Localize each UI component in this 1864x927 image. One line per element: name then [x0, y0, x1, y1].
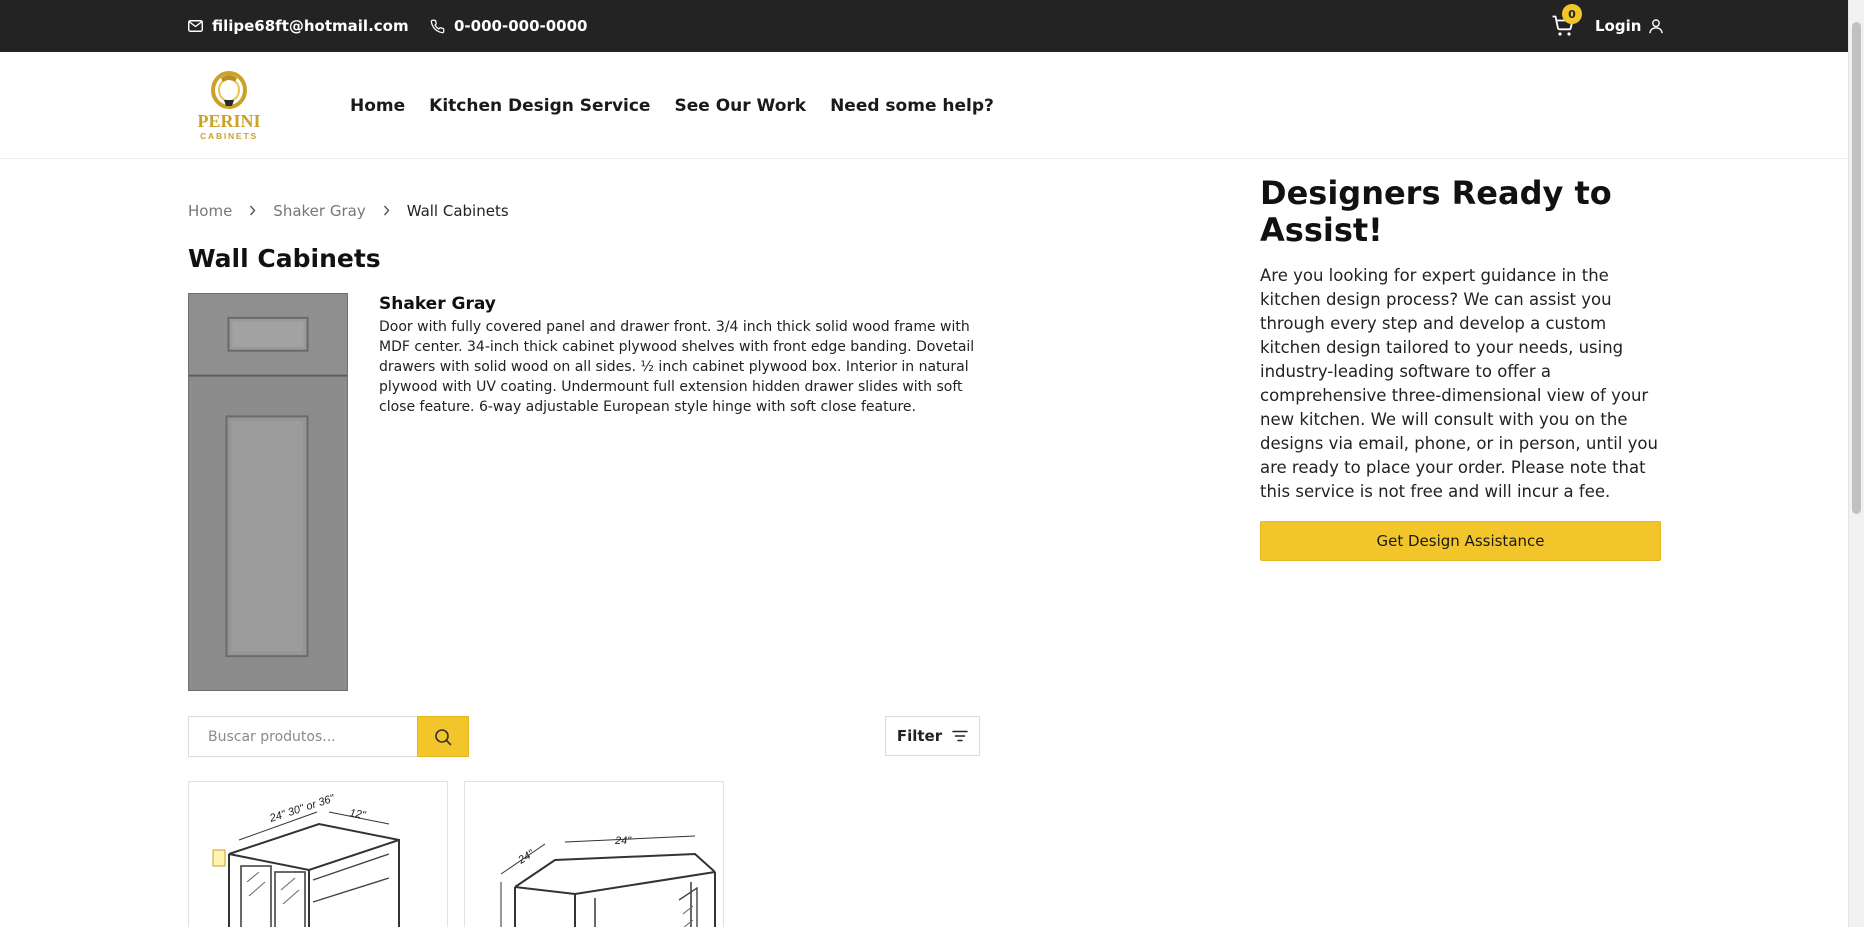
site-header: PERINI CABINETS Home Kitchen Design Serv…: [0, 52, 1848, 159]
email-text: filipe68ft@hotmail.com: [212, 17, 409, 35]
dimension-label: 24": [515, 847, 537, 867]
user-icon: [1649, 18, 1664, 33]
corner-wall-cabinet-diagram: 24" 24": [500, 835, 716, 927]
login-label: Login: [1595, 17, 1642, 35]
phone-text: 0-000-000-0000: [454, 17, 588, 35]
search-input[interactable]: [188, 716, 417, 757]
search-icon: [435, 728, 452, 745]
nav-kitchen-design-service[interactable]: Kitchen Design Service: [429, 96, 650, 116]
cart-count-badge: 0: [1562, 4, 1582, 24]
breadcrumb-collection[interactable]: Shaker Gray: [273, 202, 365, 220]
breadcrumb-home[interactable]: Home: [188, 202, 232, 220]
product-card[interactable]: 24" 30" or 36" 12": [188, 781, 448, 927]
svg-text:PERINI: PERINI: [197, 111, 260, 131]
page-scrollbar[interactable]: [1848, 0, 1864, 927]
dimension-label: 24" 30" or 36": [267, 792, 337, 825]
page-title: Wall Cabinets: [188, 244, 381, 273]
chevron-right-icon: [249, 202, 256, 220]
collection-description: Door with fully covered panel and drawer…: [379, 319, 975, 415]
login-link[interactable]: Login: [1595, 0, 1664, 52]
svg-text:CABINETS: CABINETS: [200, 131, 258, 141]
collection-name: Shaker Gray: [379, 294, 496, 314]
nav-see-our-work[interactable]: See Our Work: [674, 96, 806, 116]
top-bar: filipe68ft@hotmail.com 0-000-000-0000 0 …: [0, 0, 1848, 52]
designers-title: Designers Ready to Assist!: [1260, 174, 1612, 249]
nav-need-help[interactable]: Need some help?: [830, 96, 994, 116]
filter-icon: [952, 730, 968, 742]
wall-cabinet-diagram: 24" 30" or 36" 12": [212, 792, 400, 927]
shaker-gray-door-image: [188, 293, 348, 691]
main-nav: Home Kitchen Design Service See Our Work…: [350, 52, 1018, 159]
phone-icon: [430, 19, 445, 33]
dimension-label: 12": [348, 807, 367, 822]
search-button[interactable]: [417, 716, 469, 757]
filter-button[interactable]: Filter: [885, 716, 980, 756]
email-link[interactable]: filipe68ft@hotmail.com: [188, 0, 409, 52]
phone-link[interactable]: 0-000-000-0000: [430, 0, 587, 52]
nav-home[interactable]: Home: [350, 96, 405, 116]
chevron-right-icon: [383, 202, 390, 220]
get-design-assistance-button[interactable]: Get Design Assistance: [1260, 521, 1661, 561]
filter-label: Filter: [896, 727, 943, 745]
breadcrumb: Home Shaker Gray Wall Cabinets: [188, 200, 509, 222]
designers-text: Are you looking for expert guidance in t…: [1260, 266, 1658, 501]
scrollbar-thumb[interactable]: [1852, 22, 1861, 514]
mail-icon: [188, 20, 203, 32]
product-card[interactable]: 24" 24": [464, 781, 724, 927]
dimension-label: 24": [614, 835, 632, 847]
perini-cabinets-logo[interactable]: PERINI CABINETS: [188, 68, 270, 144]
breadcrumb-current: Wall Cabinets: [406, 202, 509, 220]
